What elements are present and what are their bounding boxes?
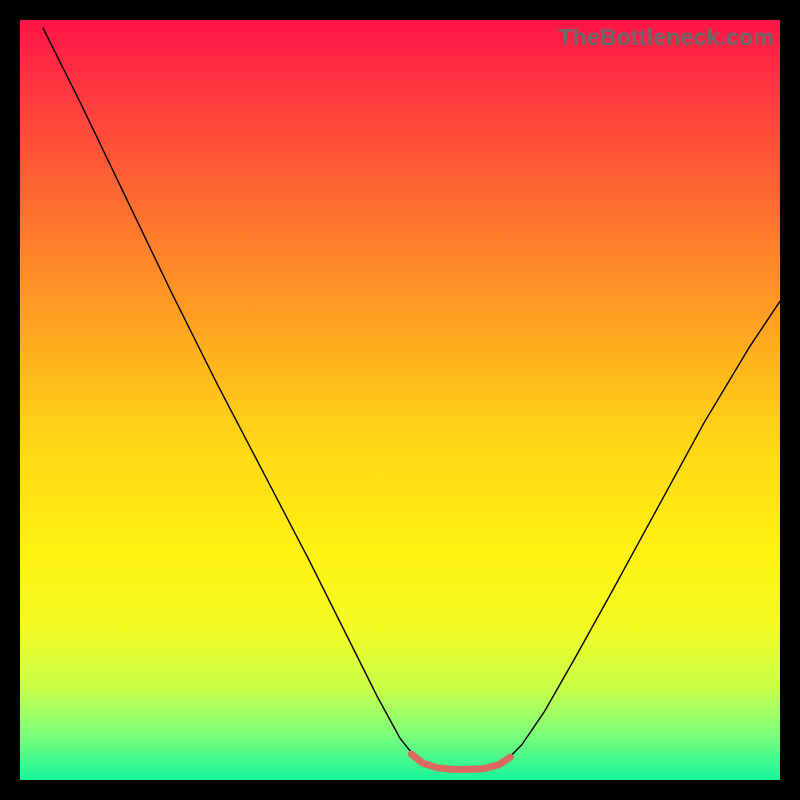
chart-frame: TheBottleneck.com xyxy=(20,20,780,780)
gradient-background xyxy=(20,20,780,780)
watermark-text: TheBottleneck.com xyxy=(558,24,774,51)
chart-canvas xyxy=(20,20,780,780)
